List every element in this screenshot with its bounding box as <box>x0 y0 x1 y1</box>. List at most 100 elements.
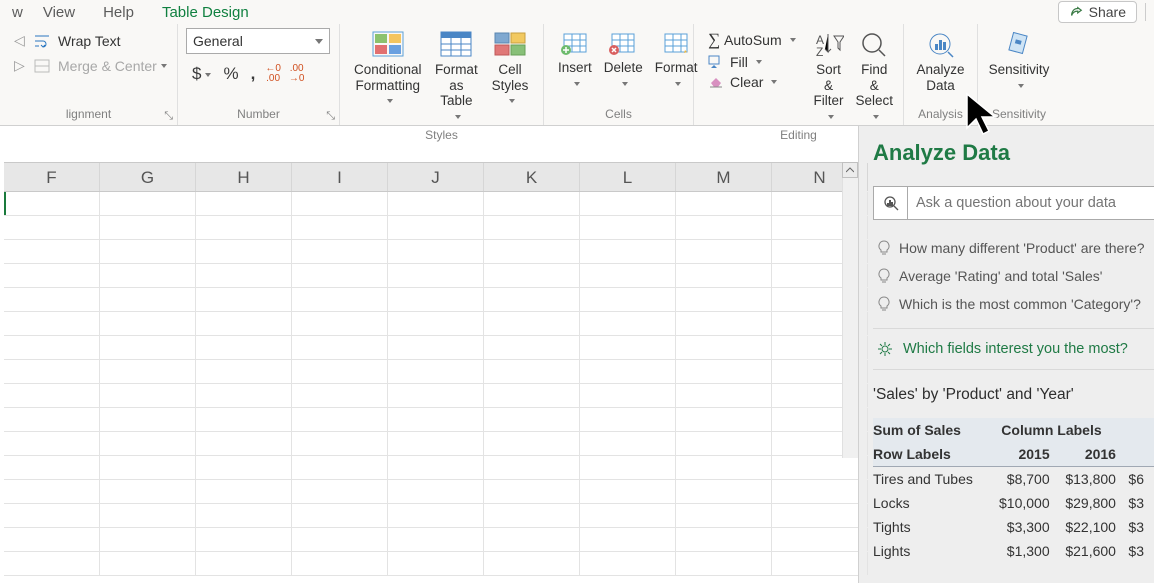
menu-view-partial[interactable]: w <box>6 4 29 21</box>
clear-button[interactable]: Clear <box>702 72 802 92</box>
indent-decrease-icon[interactable]: ◁ <box>8 30 28 51</box>
alignment-launcher[interactable]: ⤡ <box>164 110 173 123</box>
column-header-I[interactable]: I <box>292 163 388 191</box>
sensitivity-label: Sensitivity <box>989 62 1050 93</box>
fields-interest-link[interactable]: Which fields interest you the most? <box>873 328 1154 370</box>
column-header-G[interactable]: G <box>100 163 196 191</box>
gear-icon <box>877 341 893 357</box>
suggestion-1[interactable]: Average 'Rating' and total 'Sales' <box>873 262 1154 290</box>
spreadsheet-grid[interactable]: FGHIJKLMN <box>0 126 858 583</box>
accounting-format-button[interactable]: $ <box>186 62 217 86</box>
increase-decimal-button[interactable]: ←0.00 <box>261 64 285 84</box>
delete-cells-label: Delete <box>604 60 643 91</box>
lightbulb-icon <box>877 240 891 256</box>
analyze-data-button[interactable]: AnalyzeData <box>910 28 970 95</box>
pivot-row: Locks$10,000$29,800$3 <box>873 491 1154 515</box>
insert-cells-icon <box>560 30 590 56</box>
share-icon <box>1069 5 1083 19</box>
comma-format-button[interactable]: , <box>245 62 262 86</box>
column-header-K[interactable]: K <box>484 163 580 191</box>
wrap-text-icon <box>34 33 52 49</box>
pivot-col-2015: 2015 <box>993 442 1059 467</box>
find-select-label: Find &Select <box>856 62 894 124</box>
analyze-data-icon <box>926 30 956 58</box>
wrap-text-label: Wrap Text <box>58 33 121 49</box>
scroll-up-button[interactable] <box>842 162 858 178</box>
share-button[interactable]: Share <box>1058 1 1137 23</box>
find-select-icon <box>859 30 889 58</box>
sort-filter-label: Sort &Filter <box>814 62 844 124</box>
sensitivity-icon <box>1005 30 1033 58</box>
analyze-data-pane: Analyze Data How many different 'Product… <box>858 126 1154 583</box>
number-launcher[interactable]: ⤡ <box>326 110 335 123</box>
chevron-up-icon <box>846 166 854 174</box>
fill-button[interactable]: Fill <box>702 52 802 72</box>
merge-center-icon <box>34 58 52 74</box>
share-label: Share <box>1089 4 1126 20</box>
ask-question-input[interactable] <box>908 195 1154 211</box>
cell-styles-button[interactable]: CellStyles <box>485 28 535 111</box>
conditional-formatting-label: ConditionalFormatting <box>354 62 422 109</box>
cell-styles-icon <box>493 30 527 58</box>
decrease-decimal-button[interactable]: .00→0 <box>285 64 309 84</box>
column-header-H[interactable]: H <box>196 163 292 191</box>
pivot-col-2016: 2016 <box>1060 442 1126 467</box>
autosum-label: AutoSum <box>724 32 782 48</box>
suggestion-2[interactable]: Which is the most common 'Category'? <box>873 290 1154 318</box>
menu-help[interactable]: Help <box>89 4 148 21</box>
number-group-label: Number <box>178 105 339 125</box>
pivot-corner: Sum of Sales <box>873 418 993 442</box>
scrollbar-track[interactable] <box>842 178 858 458</box>
number-format-combo[interactable]: General <box>186 28 330 54</box>
sensitivity-button[interactable]: Sensitivity <box>983 28 1056 95</box>
find-select-button[interactable]: Find &Select <box>850 28 900 126</box>
wrap-text-button[interactable]: Wrap Text <box>28 30 127 51</box>
merge-center-label: Merge & Center <box>58 58 157 74</box>
autosum-button[interactable]: ∑ AutoSum <box>702 28 802 52</box>
sort-filter-icon: AZ <box>814 30 844 58</box>
format-cells-label: Format <box>655 60 698 91</box>
ask-search-icon <box>874 187 908 219</box>
format-as-table-icon <box>439 30 473 58</box>
insert-cells-button[interactable]: Insert <box>552 28 598 93</box>
suggestion-0[interactable]: How many different 'Product' are there? <box>873 234 1154 262</box>
menu-table-design[interactable]: Table Design <box>148 4 263 21</box>
percent-format-button[interactable]: % <box>217 62 244 86</box>
clear-icon <box>708 75 724 89</box>
conditional-formatting-button[interactable]: ConditionalFormatting <box>348 28 428 111</box>
sort-filter-button[interactable]: AZ Sort &Filter <box>808 28 850 126</box>
number-format-value: General <box>193 33 243 49</box>
insight-title: 'Sales' by 'Product' and 'Year' <box>873 386 1154 404</box>
pivot-col-labels: Column Labels <box>993 418 1154 442</box>
fill-icon <box>708 55 724 69</box>
pivot-row: Lights$1,300$21,600$3 <box>873 539 1154 563</box>
column-header-L[interactable]: L <box>580 163 676 191</box>
pivot-row: Tires and Tubes$8,700$13,800$6 <box>873 467 1154 492</box>
analysis-group-label: Analysis <box>904 105 977 125</box>
column-header-F[interactable]: F <box>4 163 100 191</box>
ask-question-box[interactable] <box>873 186 1154 220</box>
format-as-table-label: Format asTable <box>434 62 480 124</box>
cells-group-label: Cells <box>544 105 693 125</box>
delete-cells-button[interactable]: Delete <box>598 28 649 93</box>
indent-increase-icon[interactable]: ▷ <box>8 55 28 76</box>
conditional-formatting-icon <box>371 30 405 58</box>
fields-interest-label: Which fields interest you the most? <box>903 341 1128 357</box>
pane-title: Analyze Data <box>873 140 1154 166</box>
lightbulb-icon <box>877 268 891 284</box>
pivot-row: Tights$3,300$22,100$3 <box>873 515 1154 539</box>
alignment-group-label: lignment <box>0 105 177 125</box>
column-header-J[interactable]: J <box>388 163 484 191</box>
pivot-table: Sum of SalesColumn Labels Row Labels2015… <box>873 418 1154 563</box>
menu-view[interactable]: View <box>29 4 89 21</box>
sensitivity-group-label: Sensitivity <box>978 105 1060 125</box>
svg-text:Z: Z <box>816 45 823 58</box>
delete-cells-icon <box>608 30 638 56</box>
merge-center-button[interactable]: Merge & Center <box>28 55 173 76</box>
column-header-M[interactable]: M <box>676 163 772 191</box>
cell-styles-label: CellStyles <box>491 62 529 109</box>
analyze-data-label: AnalyzeData <box>916 62 964 93</box>
lightbulb-icon <box>877 296 891 312</box>
format-as-table-button[interactable]: Format asTable <box>428 28 486 126</box>
insert-cells-label: Insert <box>558 60 592 91</box>
